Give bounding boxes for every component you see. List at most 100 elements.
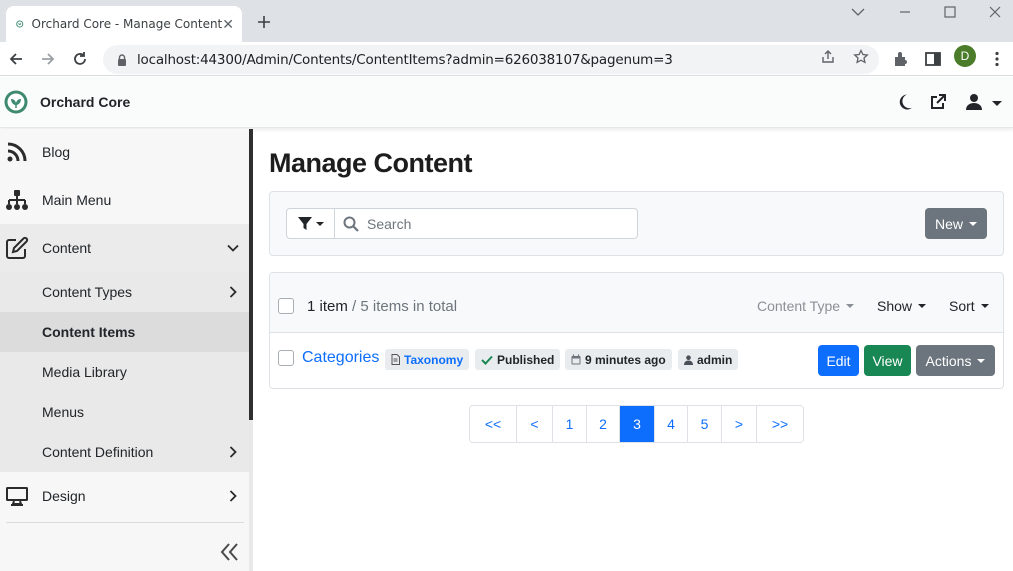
content-type-badge[interactable]: Taxonomy	[385, 349, 470, 370]
sidebar-item-content-definition[interactable]: Content Definition	[0, 432, 249, 472]
user-menu-caret-icon[interactable]	[991, 100, 1003, 108]
sort-filter[interactable]: Sort	[949, 298, 989, 314]
sidebar-item-content[interactable]: Content	[0, 224, 249, 272]
show-filter[interactable]: Show	[877, 298, 927, 314]
sidebar-resize-handle[interactable]	[249, 129, 253, 420]
sidebar-item-label: Blog	[42, 144, 71, 160]
chevron-down-icon	[227, 244, 239, 252]
sidebar-item-content-items[interactable]: Content Items	[0, 312, 249, 352]
pagination: << < 1 2 3 4 5 > >>	[469, 405, 804, 443]
items-count: 1 item / 5 items in total	[307, 298, 457, 315]
sidebar-item-label: Content	[42, 240, 92, 256]
rss-icon	[7, 142, 27, 162]
caret-down-icon	[980, 304, 989, 308]
chevron-right-icon	[229, 286, 237, 298]
item-title-link[interactable]: Categories	[302, 349, 379, 367]
dark-mode-moon-icon[interactable]	[897, 93, 913, 111]
pager-page-2[interactable]: 2	[587, 406, 620, 442]
file-icon	[391, 354, 400, 365]
filter-icon	[297, 216, 312, 230]
view-button[interactable]: View	[864, 345, 911, 376]
brand[interactable]: Orchard Core	[4, 90, 130, 114]
sidebar-item-label: Content Types	[42, 284, 133, 300]
show-filter-label: Show	[877, 298, 913, 314]
sidebar-item-label: Content Items	[42, 324, 136, 340]
content-type-filter[interactable]: Content Type	[757, 298, 855, 314]
items-count-selected: 1 item	[307, 298, 348, 315]
sidebar-item-label: Menus	[42, 404, 85, 420]
sitemap-icon	[6, 190, 28, 210]
status-badge: Published	[475, 349, 561, 370]
pager-previous-link[interactable]: <	[517, 406, 553, 442]
user-icon	[684, 354, 693, 365]
app-header: Orchard Core	[0, 77, 1013, 128]
sidebar-item-label: Media Library	[42, 364, 127, 380]
pager-page-1[interactable]: 1	[553, 406, 587, 442]
profile-avatar[interactable]: D	[954, 45, 976, 67]
close-window-icon[interactable]	[980, 4, 1010, 20]
pager-page-5[interactable]: 5	[688, 406, 722, 442]
author-badge-label: admin	[697, 352, 733, 367]
search-icon	[343, 216, 359, 232]
orchard-logo-icon	[4, 90, 28, 114]
new-content-button[interactable]: New	[925, 208, 987, 239]
share-icon[interactable]	[820, 49, 836, 65]
filter-dropdown-button[interactable]	[286, 208, 334, 239]
item-checkbox[interactable]	[278, 350, 294, 366]
content-type-badge-label: Taxonomy	[404, 352, 464, 367]
list-header: 1 item / 5 items in total Content Type S…	[270, 273, 1003, 333]
sidebar-item-design[interactable]: Design	[0, 474, 249, 518]
new-tab-icon[interactable]	[254, 12, 274, 32]
actions-button-label: Actions	[925, 352, 972, 369]
caret-down-icon	[846, 304, 855, 308]
calendar-icon	[571, 354, 581, 365]
caret-down-icon	[315, 221, 324, 226]
select-all-checkbox[interactable]	[278, 298, 294, 314]
chevron-right-icon	[229, 446, 237, 458]
brand-name: Orchard Core	[40, 94, 131, 110]
tab-search-chevron-icon[interactable]	[843, 4, 873, 20]
sidebar-divider	[6, 522, 244, 523]
sidebar-item-menus[interactable]: Menus	[0, 392, 249, 432]
sidebar-item-main-menu[interactable]: Main Menu	[0, 177, 249, 223]
pager-page-3-current[interactable]: 3	[620, 406, 655, 442]
reload-icon[interactable]	[71, 50, 89, 68]
search-input[interactable]	[367, 215, 617, 232]
edit-button[interactable]: Edit	[818, 345, 859, 376]
pager-next-link[interactable]: >	[722, 406, 757, 442]
actions-dropdown-button[interactable]: Actions	[916, 345, 995, 376]
back-icon[interactable]	[7, 50, 25, 68]
lock-icon	[118, 53, 126, 66]
sidebar-item-media-library[interactable]: Media Library	[0, 352, 249, 392]
extensions-icon[interactable]	[892, 50, 910, 68]
tab-title: Orchard Core - Manage Content	[31, 17, 223, 31]
sidebar-item-blog[interactable]: Blog	[0, 129, 249, 175]
caret-down-icon	[977, 358, 986, 363]
address-bar[interactable]: localhost:44300/Admin/Contents/ContentIt…	[103, 45, 879, 74]
maximize-icon[interactable]	[935, 4, 965, 20]
forward-icon[interactable]	[39, 50, 57, 68]
pager-page-4[interactable]: 4	[655, 406, 688, 442]
collapse-sidebar-icon[interactable]	[219, 542, 241, 562]
user-icon[interactable]	[965, 93, 983, 111]
visit-site-external-icon[interactable]	[929, 93, 947, 111]
browser-tab[interactable]: Orchard Core - Manage Content ✕	[6, 6, 242, 42]
sidebar-item-label: Design	[42, 488, 86, 504]
minimize-icon[interactable]	[890, 4, 920, 20]
sidebar-item-content-types[interactable]: Content Types	[0, 272, 249, 312]
desktop-icon	[6, 487, 28, 506]
pager-last-link[interactable]: >>	[757, 406, 803, 442]
items-count-total: / 5 items in total	[352, 298, 458, 315]
tab-close-icon[interactable]: ✕	[222, 16, 234, 32]
pager-first-link[interactable]: <<	[470, 406, 517, 442]
status-badge-label: Published	[497, 352, 555, 367]
browser-menu-icon[interactable]	[988, 50, 1006, 68]
bookmark-star-icon[interactable]	[853, 49, 869, 65]
sidebar-item-label: Content Definition	[42, 444, 154, 460]
side-panel-icon[interactable]	[924, 50, 942, 68]
sort-filter-label: Sort	[949, 298, 975, 314]
modified-time-badge: 9 minutes ago	[565, 349, 672, 370]
chevron-right-icon	[229, 490, 237, 502]
caret-down-icon	[969, 221, 977, 226]
page-title: Manage Content	[269, 148, 473, 178]
